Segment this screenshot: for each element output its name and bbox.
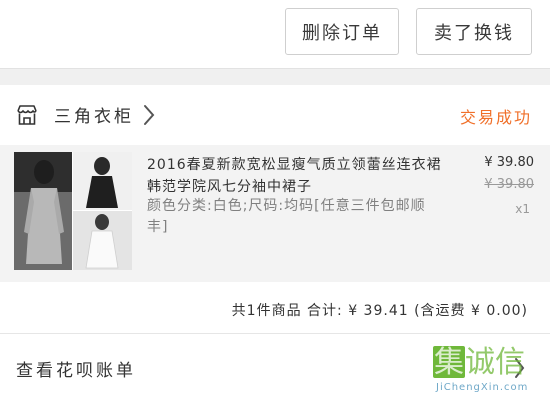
order-summary: 共1件商品 合计: ¥ 39.41 (含运费 ¥ 0.00) bbox=[0, 282, 550, 334]
huabei-bill-label[interactable]: 查看花呗账单 bbox=[16, 356, 136, 381]
store-icon bbox=[17, 105, 37, 125]
shop-name[interactable]: 三角衣柜 bbox=[54, 102, 134, 127]
product-thumbnail[interactable] bbox=[14, 152, 132, 270]
delete-order-button[interactable]: 删除订单 bbox=[285, 8, 399, 55]
order-total-text: 共1件商品 合计: ¥ 39.41 (含运费 ¥ 0.00) bbox=[231, 303, 528, 319]
order-status: 交易成功 bbox=[459, 108, 532, 127]
product-item[interactable]: 2016春夏新款宽松显瘦气质立领蕾丝连衣裙韩范学院风七分袖中裙子 颜色分类:白色… bbox=[0, 145, 550, 282]
section-divider bbox=[0, 68, 550, 86]
shop-header[interactable]: 三角衣柜 交易成功 bbox=[0, 85, 550, 145]
chevron-right-icon[interactable] bbox=[142, 104, 156, 126]
product-title[interactable]: 2016春夏新款宽松显瘦气质立领蕾丝连衣裙韩范学院风七分袖中裙子 bbox=[147, 154, 447, 198]
site-watermark: 集诚信 JiChengXin.com bbox=[433, 346, 550, 401]
watermark-url: JiChengXin.com bbox=[436, 382, 529, 393]
product-spec: 颜色分类:白色;尺码:均码[任意三件包邮顺丰] bbox=[147, 198, 426, 235]
product-original-price: ¥ 39.80 bbox=[484, 177, 534, 192]
sell-for-cash-button[interactable]: 卖了换钱 bbox=[416, 8, 532, 55]
product-quantity: x1 bbox=[515, 202, 530, 216]
product-price: ¥ 39.80 bbox=[484, 155, 534, 170]
order-detail-page: 删除订单 卖了换钱 三角衣柜 交易成功 2016春夏新款宽松显瘦气质立领蕾丝连衣… bbox=[0, 0, 550, 401]
watermark-logo-text: 集诚信 bbox=[434, 345, 525, 380]
order-action-bar: 删除订单 卖了换钱 bbox=[0, 0, 550, 68]
watermark-logo-char: 集 bbox=[434, 345, 464, 380]
